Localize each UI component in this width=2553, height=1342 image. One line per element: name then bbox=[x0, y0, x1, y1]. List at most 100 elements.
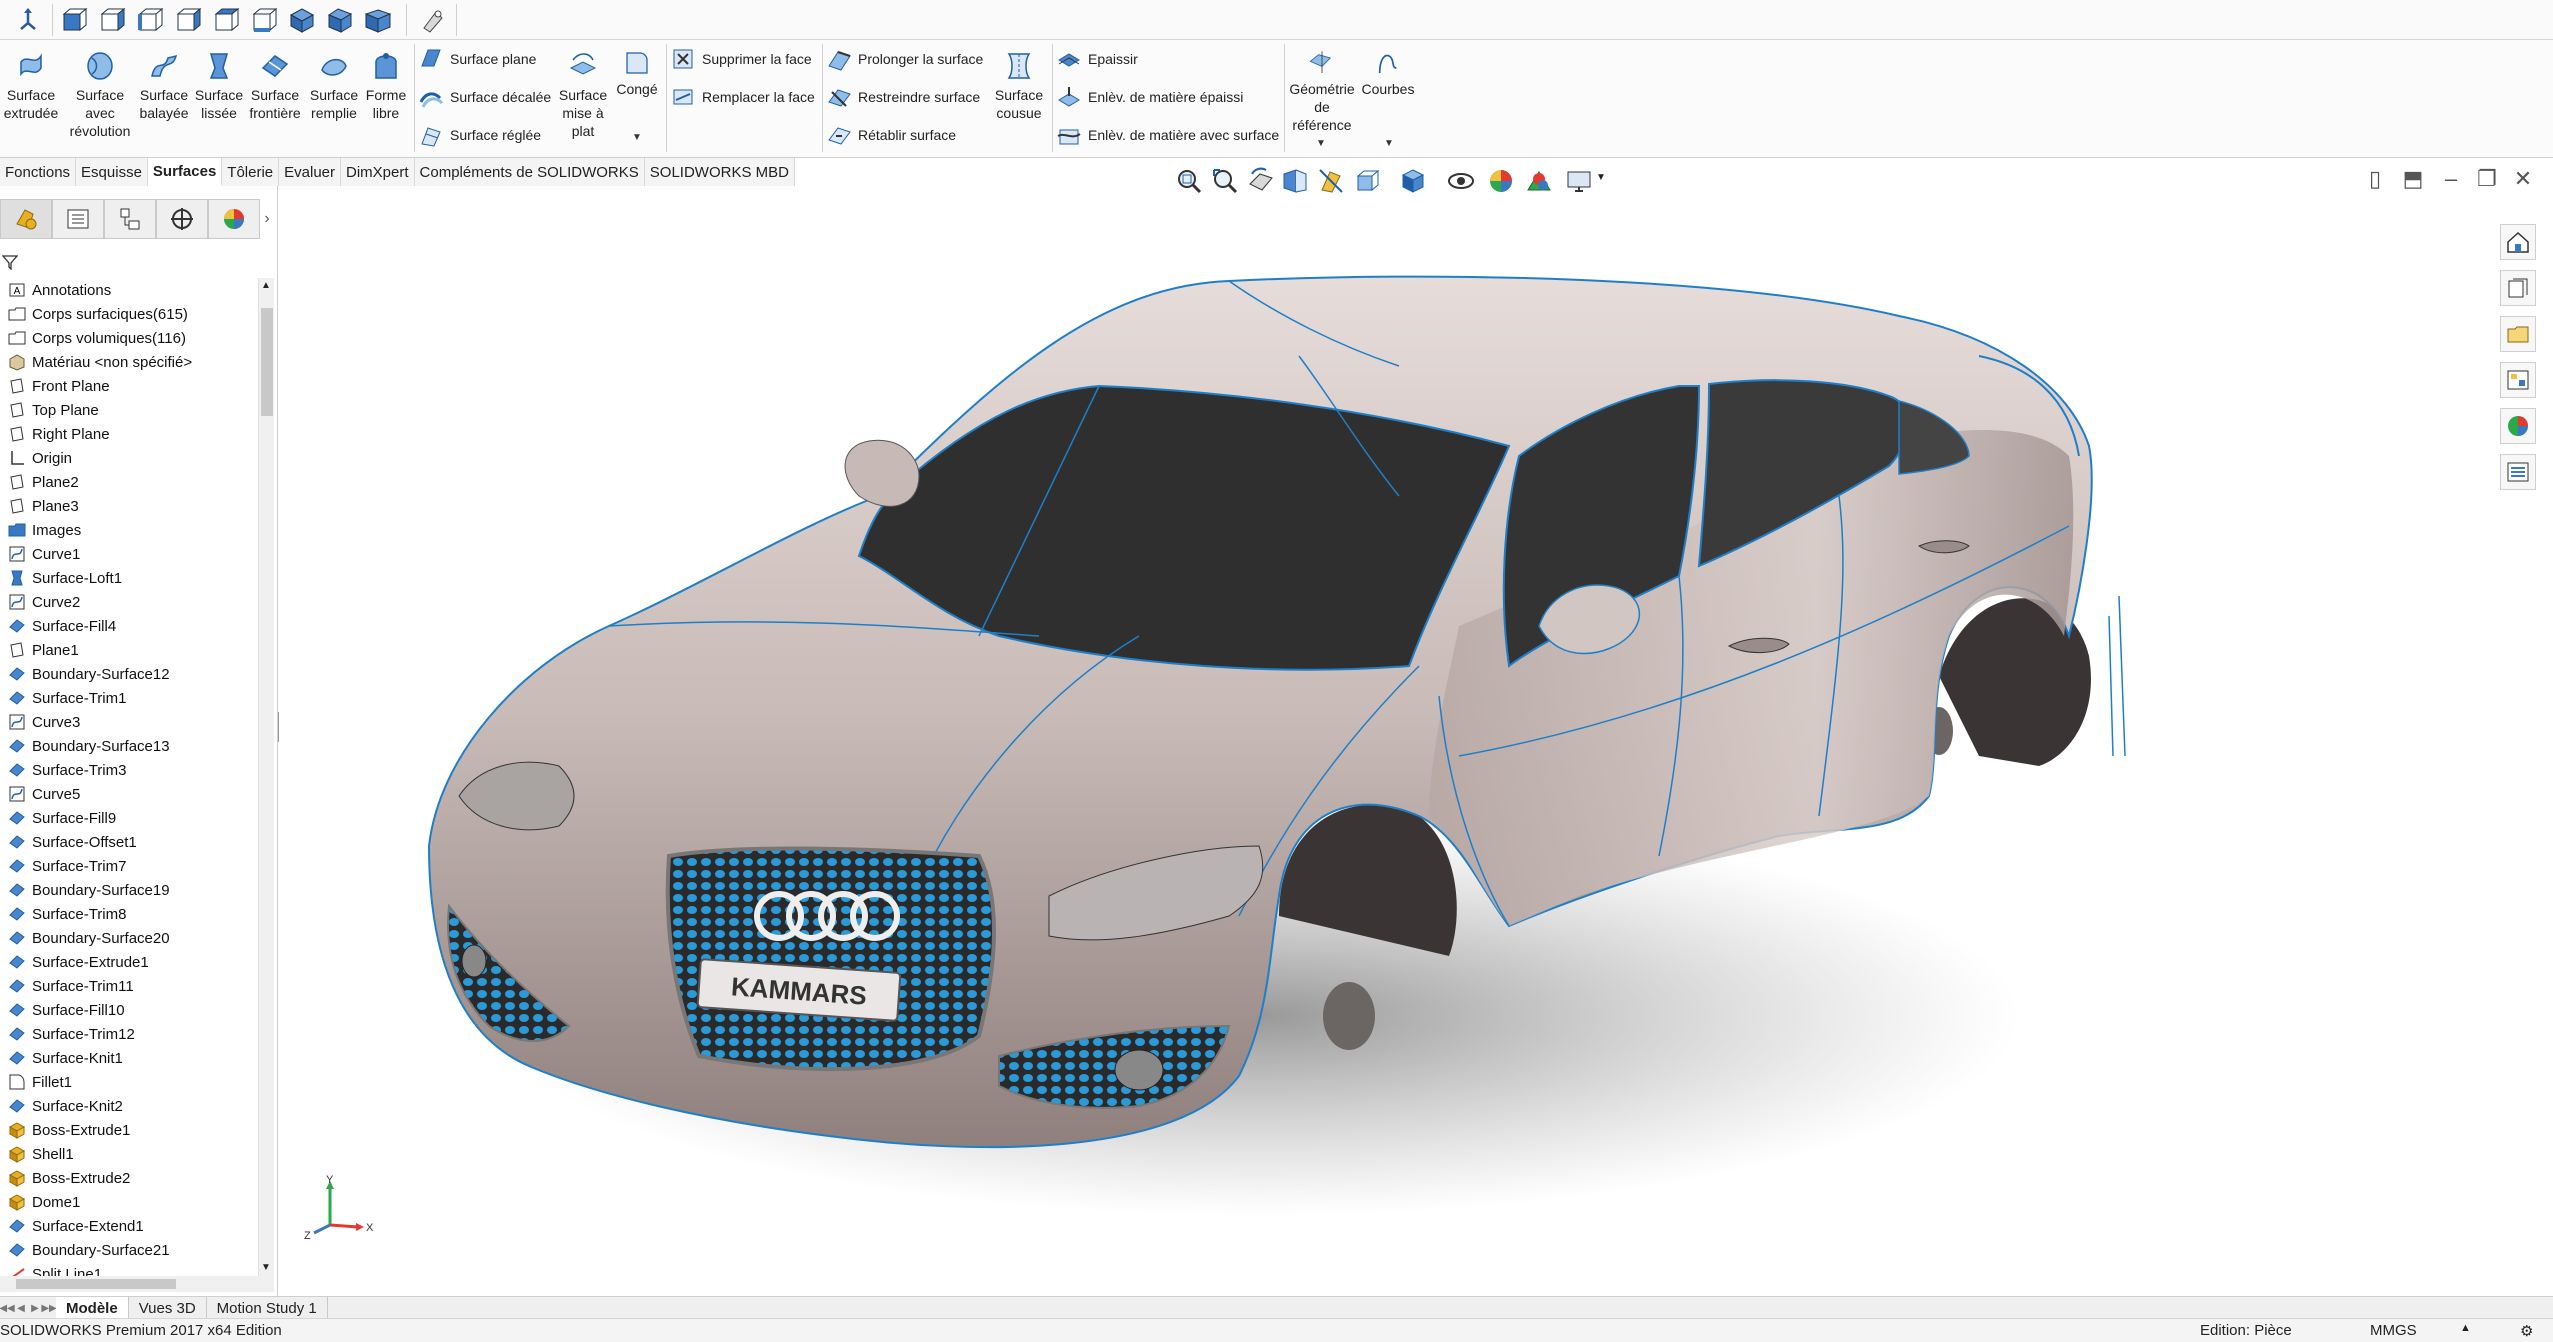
normal-to-icon[interactable] bbox=[10, 2, 46, 38]
tree-item[interactable]: Surface-Trim1 bbox=[0, 686, 258, 710]
tree-item[interactable]: Curve2 bbox=[0, 590, 258, 614]
left-view-icon[interactable] bbox=[132, 2, 168, 38]
replace-face-button[interactable]: Remplacer la face bbox=[670, 82, 815, 112]
next-tab-arrow[interactable]: ▶ bbox=[28, 1297, 42, 1319]
tree-item[interactable]: Plane1 bbox=[0, 638, 258, 662]
extruded-surface-button[interactable]: Surface extrudée bbox=[4, 48, 58, 122]
tab-model[interactable]: Modèle bbox=[56, 1297, 129, 1319]
lofted-surface-button[interactable]: Surface lissée bbox=[194, 48, 244, 122]
tree-item[interactable]: Curve1 bbox=[0, 542, 258, 566]
tab-surfaces[interactable]: Surfaces bbox=[147, 158, 223, 186]
graphics-area[interactable]: KAMMARS bbox=[279, 196, 2499, 1300]
tree-item[interactable]: Images bbox=[0, 518, 258, 542]
thickened-cut-button[interactable]: Enlèv. de matière épaissi bbox=[1056, 82, 1243, 112]
tree-item[interactable]: Surface-Trim3 bbox=[0, 758, 258, 782]
tab-evaluer[interactable]: Evaluer bbox=[279, 158, 342, 186]
unit-system-button[interactable]: MMGS bbox=[2370, 1322, 2417, 1339]
tree-item[interactable]: Corps surfaciques(615) bbox=[0, 302, 258, 326]
tree-item[interactable]: Corps volumiques(116) bbox=[0, 326, 258, 350]
more-tabs-arrow[interactable]: › bbox=[260, 210, 274, 228]
view-selector-icon[interactable] bbox=[414, 2, 450, 38]
untrim-surface-button[interactable]: Rétablir surface bbox=[826, 120, 956, 150]
tab-fonctions[interactable]: Fonctions bbox=[0, 158, 77, 186]
edit-appearance-icon[interactable] bbox=[1486, 166, 1516, 196]
quick-tips-icon[interactable]: ⚙ bbox=[2520, 1322, 2533, 1340]
tree-item[interactable]: Boundary-Surface13 bbox=[0, 734, 258, 758]
fillet-button[interactable]: Congé bbox=[612, 48, 662, 98]
tree-item[interactable]: Origin bbox=[0, 446, 258, 470]
knit-surface-button[interactable]: Surface cousue bbox=[990, 48, 1048, 122]
tab-mbd[interactable]: SOLIDWORKS MBD bbox=[644, 158, 795, 186]
tree-item[interactable]: Surface-Trim11 bbox=[0, 974, 258, 998]
tree-item[interactable]: Boundary-Surface21 bbox=[0, 1238, 258, 1262]
tree-item[interactable]: Boss-Extrude2 bbox=[0, 1166, 258, 1190]
car-model[interactable]: KAMMARS bbox=[279, 196, 2499, 1300]
tree-item[interactable]: Surface-Trim8 bbox=[0, 902, 258, 926]
tab-dimxpert[interactable]: DimXpert bbox=[341, 158, 415, 186]
design-library-tab[interactable] bbox=[2500, 270, 2536, 306]
feature-tree-tab[interactable] bbox=[0, 199, 52, 239]
tree-item[interactable]: Curve5 bbox=[0, 782, 258, 806]
reference-geometry-dropdown-arrow[interactable]: ▼ bbox=[1316, 138, 1326, 149]
tab-3d-views[interactable]: Vues 3D bbox=[129, 1297, 207, 1319]
first-tab-arrow[interactable]: ◀◀ bbox=[0, 1297, 15, 1319]
curves-button[interactable]: Courbes bbox=[1360, 48, 1416, 98]
tab-complements[interactable]: Compléments de SOLIDWORKS bbox=[414, 158, 645, 186]
tree-item[interactable]: Top Plane bbox=[0, 398, 258, 422]
property-manager-tab[interactable] bbox=[52, 199, 104, 239]
custom-properties-tab[interactable] bbox=[2500, 454, 2536, 490]
trim-surface-button[interactable]: Restreindre surface bbox=[826, 82, 980, 112]
dimetric-view-icon[interactable] bbox=[360, 2, 396, 38]
zoom-to-fit-icon[interactable] bbox=[1174, 166, 1204, 196]
view-palette-tab[interactable] bbox=[2500, 362, 2536, 398]
tree-item[interactable]: Surface-Fill9 bbox=[0, 806, 258, 830]
reference-geometry-button[interactable]: Géométrie de référence bbox=[1288, 48, 1356, 134]
prev-tab-arrow[interactable]: ◀ bbox=[14, 1297, 28, 1319]
tree-item[interactable]: Boundary-Surface12 bbox=[0, 662, 258, 686]
restore-panel-icon[interactable]: ▯ bbox=[2360, 166, 2390, 192]
configuration-manager-tab[interactable] bbox=[104, 199, 156, 239]
tree-item[interactable]: Front Plane bbox=[0, 374, 258, 398]
close-icon[interactable]: ✕ bbox=[2508, 166, 2538, 192]
revolved-surface-button[interactable]: Surface avec révolution bbox=[70, 48, 130, 140]
pane-split-icon[interactable]: ⬒ bbox=[2398, 166, 2428, 192]
boundary-surface-button[interactable]: Surface frontière bbox=[246, 48, 304, 122]
freeform-button[interactable]: Forme libre bbox=[366, 48, 406, 122]
tree-item[interactable]: Boss-Extrude1 bbox=[0, 1118, 258, 1142]
restore-icon[interactable]: ❐ bbox=[2472, 166, 2502, 192]
tree-item[interactable]: Surface-Knit2 bbox=[0, 1094, 258, 1118]
zoom-to-area-icon[interactable] bbox=[1210, 166, 1240, 196]
horizontal-scroll-thumb[interactable] bbox=[16, 1279, 176, 1289]
display-style-icon[interactable] bbox=[1398, 166, 1428, 196]
display-manager-tab[interactable] bbox=[208, 199, 260, 239]
back-view-icon[interactable] bbox=[94, 2, 130, 38]
curves-dropdown-arrow[interactable]: ▼ bbox=[1384, 138, 1394, 149]
right-view-icon[interactable] bbox=[170, 2, 206, 38]
tree-item[interactable]: Dome1 bbox=[0, 1190, 258, 1214]
extend-surface-button[interactable]: Prolonger la surface bbox=[826, 44, 983, 74]
planar-surface-button[interactable]: Surface plane bbox=[418, 44, 536, 74]
tab-esquisse[interactable]: Esquisse bbox=[76, 158, 148, 186]
tree-item[interactable]: Surface-Knit1 bbox=[0, 1046, 258, 1070]
bottom-view-icon[interactable] bbox=[246, 2, 282, 38]
tree-vertical-scrollbar[interactable]: ▲ ▼ bbox=[258, 278, 274, 1278]
tree-item[interactable]: Right Plane bbox=[0, 422, 258, 446]
tree-item[interactable]: Surface-Offset1 bbox=[0, 830, 258, 854]
tree-item[interactable]: Fillet1 bbox=[0, 1070, 258, 1094]
front-view-icon[interactable] bbox=[56, 2, 92, 38]
previous-view-icon[interactable] bbox=[1246, 166, 1276, 196]
tree-item[interactable]: Surface-Extrude1 bbox=[0, 950, 258, 974]
view-orientation-icon[interactable] bbox=[1352, 166, 1382, 196]
apply-scene-icon[interactable] bbox=[1524, 166, 1554, 196]
appearances-tab[interactable] bbox=[2500, 408, 2536, 444]
tree-item[interactable]: Surface-Trim12 bbox=[0, 1022, 258, 1046]
trimetric-view-icon[interactable] bbox=[322, 2, 358, 38]
tree-item[interactable]: Shell1 bbox=[0, 1142, 258, 1166]
unit-system-arrow[interactable]: ▲ bbox=[2460, 1322, 2471, 1334]
dimxpert-manager-tab[interactable] bbox=[156, 199, 208, 239]
minimize-icon[interactable]: – bbox=[2436, 166, 2466, 192]
ruled-surface-button[interactable]: Surface réglée bbox=[418, 120, 541, 150]
tree-item[interactable]: Matériau <non spécifié> bbox=[0, 350, 258, 374]
scroll-thumb[interactable] bbox=[261, 308, 273, 416]
tree-item[interactable]: Surface-Fill4 bbox=[0, 614, 258, 638]
